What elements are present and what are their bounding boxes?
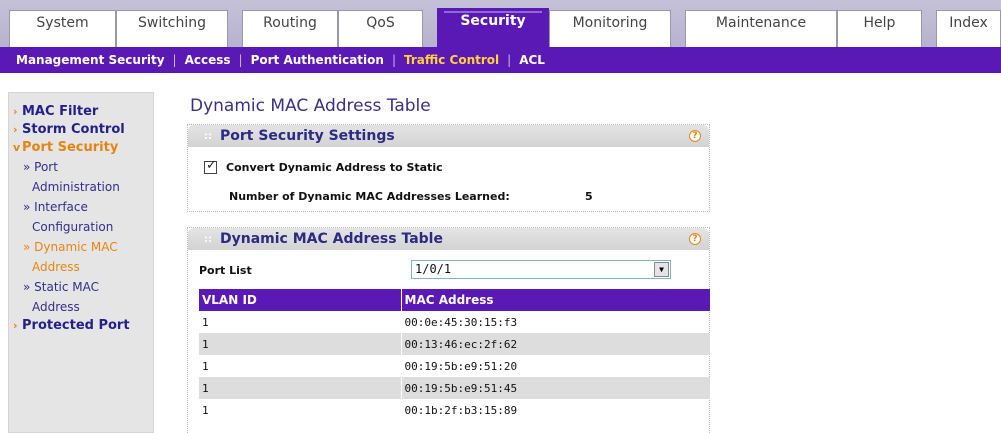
convert-label: Convert Dynamic Address to Static: [226, 161, 443, 174]
nav-protected-port[interactable]: › Protected Port: [9, 317, 153, 335]
learned-value: 5: [585, 190, 593, 203]
top-nav: System Switching Routing QoS Security Mo…: [0, 0, 1001, 47]
panel-title: Port Security Settings: [220, 128, 395, 144]
help-icon[interactable]: ?: [689, 130, 701, 142]
table-row[interactable]: 1 00:13:46:ec:2f:62: [199, 333, 710, 355]
port-list-label: Port List: [199, 264, 252, 277]
tab-routing[interactable]: Routing: [242, 10, 338, 47]
nav-label: MAC Filter: [22, 104, 99, 119]
left-nav: › MAC Filter › Storm Control v Port Securit…: [8, 92, 154, 433]
panel-header: :: Dynamic MAC Address Table ?: [188, 228, 709, 250]
grip-icon: ::: [204, 130, 212, 142]
nav-dynamic-mac-address-cont[interactable]: Address: [9, 257, 153, 277]
tab-system[interactable]: System: [9, 10, 116, 47]
grip-icon: ::: [204, 233, 212, 245]
nav-label: Protected Port: [22, 318, 130, 333]
panel-header: :: Port Security Settings ?: [188, 125, 709, 147]
tab-qos[interactable]: QoS: [338, 10, 423, 47]
table-row[interactable]: 1 00:19:5b:e9:51:45: [199, 377, 710, 399]
table-row[interactable]: 1 00:0e:45:30:15:f3: [199, 311, 710, 333]
chevron-down-icon: v: [13, 141, 21, 154]
mac-address-cell: 00:1b:2f:b3:15:89: [400, 399, 710, 421]
nav-port-administration-cont[interactable]: Administration: [9, 177, 153, 197]
convert-checkbox[interactable]: [204, 158, 217, 174]
chevron-right-icon: ›: [13, 105, 18, 118]
panel-title: Dynamic MAC Address Table: [220, 231, 443, 247]
tab-monitoring[interactable]: Monitoring: [549, 10, 671, 47]
subnav-acl[interactable]: ACL: [511, 53, 553, 67]
port-list-select[interactable]: 1/0/1 ▼: [411, 260, 671, 279]
mac-address-cell: 00:13:46:ec:2f:62: [400, 333, 710, 355]
chevron-right-icon: ›: [13, 319, 18, 332]
tab-index[interactable]: Index: [936, 10, 1001, 47]
subnav-management-security[interactable]: Management Security: [16, 53, 173, 67]
subnav-access[interactable]: Access: [177, 53, 239, 67]
mac-table-panel: :: Dynamic MAC Address Table ? Port List…: [187, 227, 710, 433]
sub-nav: Management Security | Access | Port Auth…: [0, 47, 1001, 73]
tab-switching[interactable]: Switching: [116, 10, 228, 47]
port-security-settings-panel: :: Port Security Settings ? Convert Dyna…: [187, 124, 710, 212]
tab-help[interactable]: Help: [837, 10, 922, 47]
mac-address-cell: 00:0e:45:30:15:f3: [400, 311, 710, 333]
nav-port-security[interactable]: v Port Security: [9, 139, 153, 157]
subnav-port-authentication[interactable]: Port Authentication: [243, 53, 392, 67]
vlan-id-cell: 1: [199, 377, 401, 399]
page-title: Dynamic MAC Address Table: [190, 96, 431, 116]
nav-dynamic-mac-address[interactable]: » Dynamic MAC: [9, 237, 153, 257]
nav-label: Storm Control: [22, 122, 125, 137]
vlan-id-cell: 1: [202, 315, 209, 329]
table-row[interactable]: 1 00:19:5b:e9:51:20: [199, 355, 710, 377]
table-row[interactable]: 1 00:1b:2f:b3:15:89: [199, 399, 710, 421]
vlan-id-cell: 1: [202, 403, 209, 417]
mac-table: VLAN ID MAC Address 1 00:0e:45:30:15:f3 …: [199, 289, 710, 421]
tab-maintenance[interactable]: Maintenance: [685, 10, 837, 47]
tab-security[interactable]: Security: [437, 8, 549, 47]
mac-address-cell: 00:19:5b:e9:51:20: [400, 355, 710, 377]
column-header-vlan-id: VLAN ID: [199, 289, 401, 311]
learned-label: Number of Dynamic MAC Addresses Learned:: [229, 190, 510, 203]
help-icon[interactable]: ?: [689, 233, 701, 245]
nav-port-administration[interactable]: » Port: [9, 157, 153, 177]
nav-static-mac-address[interactable]: » Static MAC: [9, 277, 153, 297]
port-list-value: 1/0/1: [415, 262, 452, 276]
nav-interface-configuration-cont[interactable]: Configuration: [9, 217, 153, 237]
chevron-down-icon[interactable]: ▼: [654, 262, 669, 277]
mac-address-cell: 00:19:5b:e9:51:45: [400, 377, 710, 399]
nav-interface-configuration[interactable]: » Interface: [9, 197, 153, 217]
chevron-right-icon: ›: [13, 123, 18, 136]
subnav-traffic-control[interactable]: Traffic Control: [396, 53, 507, 67]
table-header-row: VLAN ID MAC Address: [199, 289, 710, 311]
vlan-id-cell: 1: [202, 359, 209, 373]
nav-static-mac-address-cont[interactable]: Address: [9, 297, 153, 317]
nav-label: Port Security: [22, 140, 119, 155]
vlan-id-cell: 1: [199, 333, 401, 355]
convert-row: Convert Dynamic Address to Static: [204, 158, 443, 174]
column-header-mac-address: MAC Address: [400, 289, 710, 311]
nav-storm-control[interactable]: › Storm Control: [9, 121, 153, 139]
nav-mac-filter[interactable]: › MAC Filter: [9, 103, 153, 121]
